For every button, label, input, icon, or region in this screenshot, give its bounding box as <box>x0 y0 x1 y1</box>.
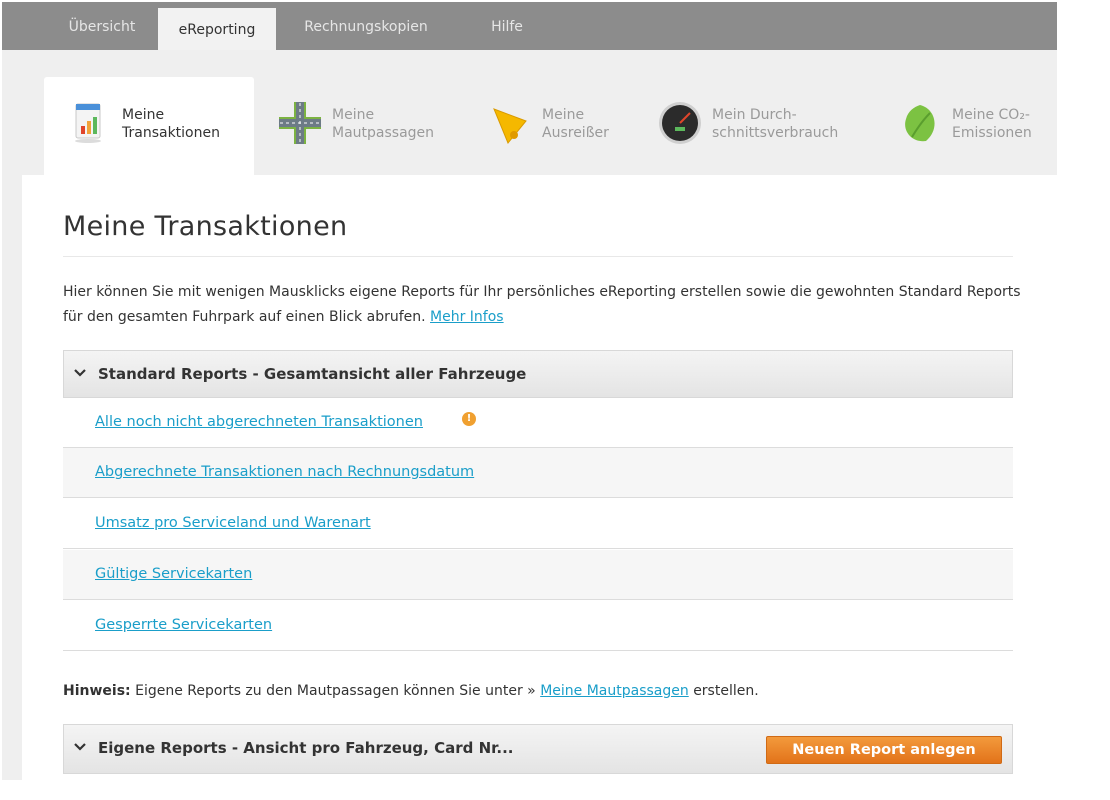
hint-label: Hinweis: <box>63 683 131 699</box>
standard-reports-header[interactable]: Standard Reports - Gesamtansicht aller F… <box>63 350 1013 398</box>
subtab-label: Meine Ausreißer <box>542 107 609 141</box>
subtab-co2-emissionen[interactable]: Meine CO₂- Emissionen <box>874 77 1054 175</box>
list-item: Umsatz pro Serviceland und Warenart <box>63 499 1013 549</box>
subtab-durchschnittsverbrauch[interactable]: Mein Durch- schnittsverbrauch <box>634 77 874 175</box>
tab-rechnungskopien[interactable]: Rechnungskopien <box>286 2 446 50</box>
tab-uebersicht[interactable]: Übersicht <box>54 2 150 50</box>
section-title: Standard Reports - Gesamtansicht aller F… <box>98 365 527 383</box>
subtab-transaktionen[interactable]: Meine Transaktionen <box>44 77 254 175</box>
tab-hilfe[interactable]: Hilfe <box>477 2 537 50</box>
divider <box>63 256 1013 257</box>
hint-text: Hinweis: Eigene Reports zu den Mautpassa… <box>63 683 759 699</box>
report-link-blocked-cards[interactable]: Gesperrte Servicekarten <box>95 617 272 633</box>
subtab-mautpassagen[interactable]: Meine Mautpassagen <box>254 77 464 175</box>
chevron-down-icon <box>74 369 86 377</box>
more-info-link[interactable]: Mehr Infos <box>430 309 504 325</box>
list-item: Alle noch nicht abgerechneten Transaktio… <box>63 398 1013 448</box>
report-link-label: Alle noch nicht abgerechneten Transaktio… <box>95 414 423 430</box>
subtab-ausreisser[interactable]: Meine Ausreißer <box>464 77 634 175</box>
highway-icon <box>276 99 324 147</box>
top-tab-bar: Übersicht eReporting Rechnungskopien Hil… <box>2 2 1057 52</box>
hint-body: Eigene Reports zu den Mautpassagen könne… <box>135 683 536 699</box>
bell-icon <box>486 99 534 147</box>
subtab-label: Meine Mautpassagen <box>332 107 435 141</box>
list-item: Gültige Servicekarten <box>63 550 1013 600</box>
bar-chart-icon <box>66 99 114 147</box>
report-link-revenue-by-country[interactable]: Umsatz pro Serviceland und Warenart <box>95 515 371 531</box>
section-title: Eigene Reports - Ansicht pro Fahrzeug, C… <box>98 739 514 757</box>
tab-ereporting[interactable]: eReporting <box>158 8 276 52</box>
report-link-valid-cards[interactable]: Gültige Servicekarten <box>95 566 252 582</box>
list-item: Abgerechnete Transaktionen nach Rechnung… <box>63 448 1013 498</box>
mautpassagen-link[interactable]: Meine Mautpassagen <box>540 683 689 699</box>
intro-text: Hier können Sie mit wenigen Mausklicks e… <box>63 280 1023 330</box>
report-link-billed-transactions[interactable]: Abgerechnete Transaktionen nach Rechnung… <box>95 464 474 480</box>
subtab-label: Meine CO₂- Emissionen <box>952 107 1032 141</box>
custom-reports-header[interactable]: Eigene Reports - Ansicht pro Fahrzeug, C… <box>63 724 1013 774</box>
list-item: Gesperrte Servicekarten <box>63 601 1013 651</box>
hint-suffix: erstellen. <box>693 683 759 699</box>
subtab-label: Mein Durch- schnittsverbrauch <box>712 107 839 141</box>
report-link-unbilled-transactions[interactable]: Alle noch nicht abgerechneten Transaktio… <box>95 414 423 430</box>
leaf-icon <box>896 99 944 147</box>
subtab-label: Meine Transaktionen <box>122 107 220 141</box>
new-report-button[interactable]: Neuen Report anlegen <box>766 736 1002 764</box>
main-panel: Meine Transaktionen Hier können Sie mit … <box>22 175 1057 787</box>
chevron-down-icon <box>74 743 86 751</box>
page-title: Meine Transaktionen <box>63 211 348 242</box>
speedometer-icon <box>656 99 704 147</box>
info-icon[interactable]: ! <box>462 412 476 426</box>
intro-paragraph: Hier können Sie mit wenigen Mausklicks e… <box>63 284 1021 325</box>
